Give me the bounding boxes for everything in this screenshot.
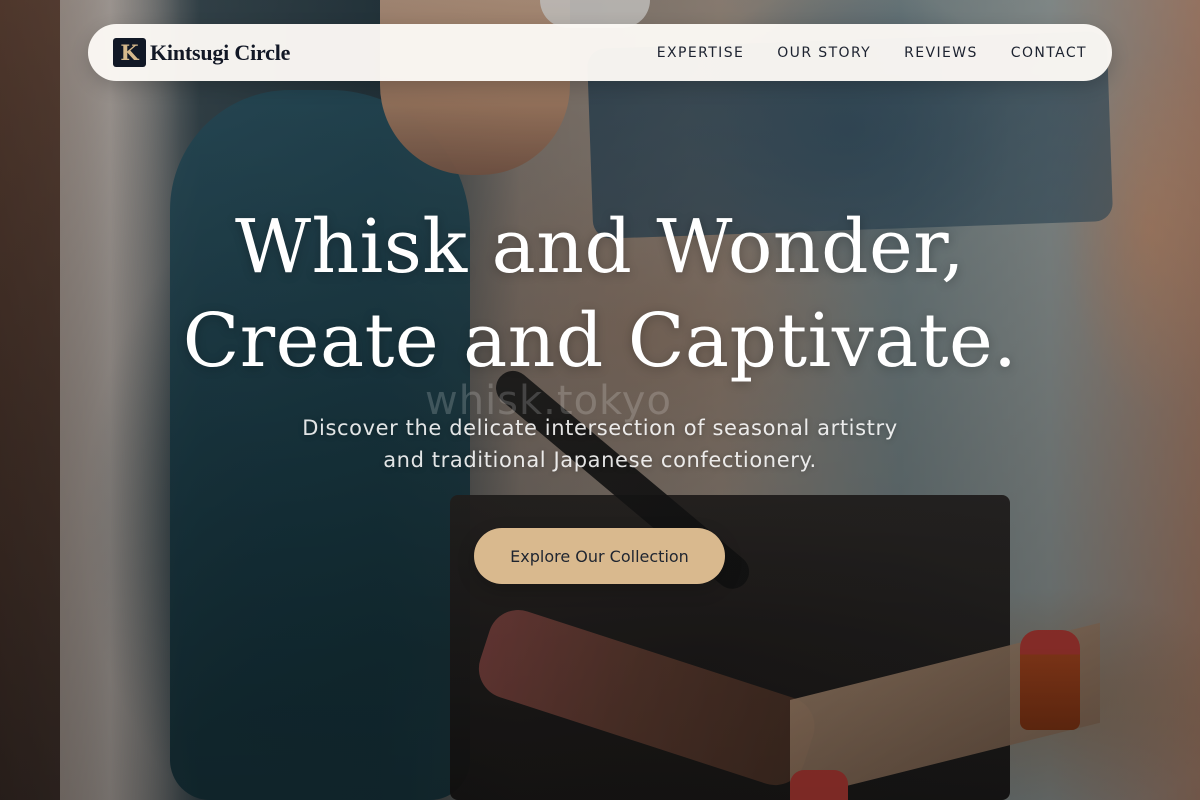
nav-link-contact[interactable]: CONTACT [1011, 45, 1087, 61]
brand-logo-link[interactable]: K Kintsugi Circle [113, 38, 290, 67]
top-navigation: K Kintsugi Circle EXPERTISE OUR STORY RE… [88, 24, 1112, 81]
nav-link-our-story[interactable]: OUR STORY [777, 45, 871, 61]
hero-headline-line-1: Whisk and Wonder, [234, 204, 966, 290]
hero-subheadline-line-1: Discover the delicate intersection of se… [302, 416, 898, 440]
brand-name: Kintsugi Circle [150, 39, 291, 65]
brand-mark-icon: K [113, 38, 146, 67]
nav-link-reviews[interactable]: REVIEWS [904, 45, 978, 61]
hero-headline-line-2: Create and Captivate. [182, 298, 1018, 384]
nav-links: EXPERTISE OUR STORY REVIEWS CONTACT [657, 45, 1087, 61]
explore-collection-button[interactable]: Explore Our Collection [474, 528, 725, 584]
hero-subheadline: Discover the delicate intersection of se… [220, 412, 980, 476]
hero-content: Whisk and Wonder, Create and Captivate. … [0, 200, 1200, 476]
hero-subheadline-line-2: and traditional Japanese confectionery. [383, 448, 817, 472]
hero-section: whisk.tokyo K Kintsugi Circle EXPERTISE … [0, 0, 1200, 800]
nav-link-expertise[interactable]: EXPERTISE [657, 45, 744, 61]
hero-headline: Whisk and Wonder, Create and Captivate. [0, 200, 1200, 388]
